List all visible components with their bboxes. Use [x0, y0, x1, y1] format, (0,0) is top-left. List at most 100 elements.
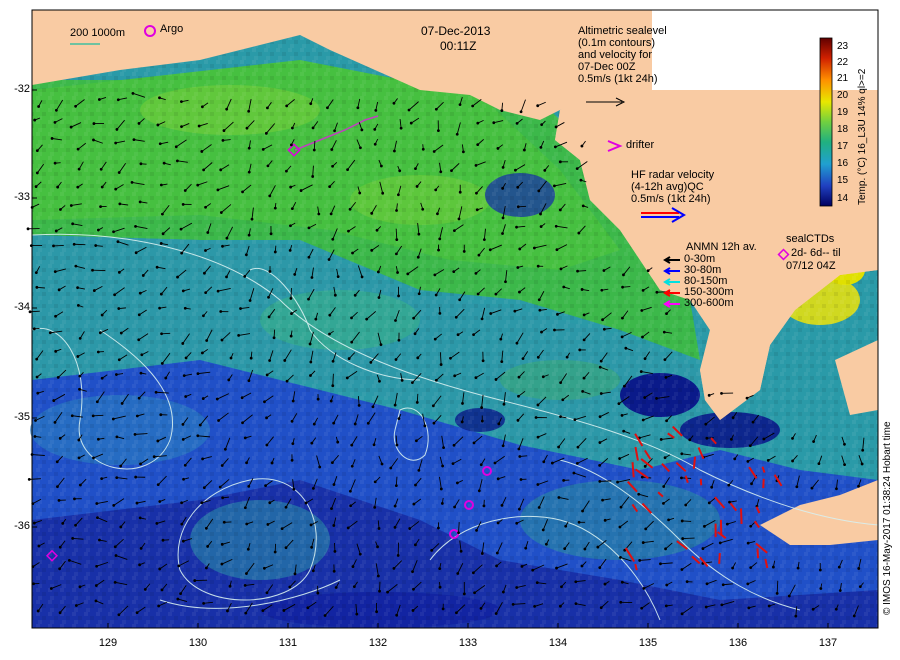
- velocity-arrow-head: [202, 168, 206, 172]
- velocity-arrow-head: [861, 448, 865, 452]
- velocity-arrow-head: [112, 230, 115, 234]
- velocity-arrow-head: [74, 604, 78, 607]
- velocity-arrow-head: [376, 574, 380, 578]
- velocity-arrow-head: [834, 607, 838, 611]
- velocity-arrow-head: [78, 585, 82, 589]
- velocity-arrow-head: [201, 397, 205, 400]
- velocity-arrow-head: [415, 185, 419, 188]
- velocity-arrow-head: [310, 276, 314, 279]
- velocity-arrow-head: [95, 400, 99, 404]
- velocity-arrow-head: [115, 476, 119, 480]
- velocity-arrow-head: [395, 252, 398, 256]
- velocity-arrow-head: [480, 406, 484, 409]
- velocity-arrow-head: [26, 227, 30, 231]
- velocity-arrow-head: [482, 504, 486, 508]
- velocity-arrow-head: [720, 391, 723, 395]
- velocity-arrow-head: [54, 108, 58, 112]
- velocity-arrow-head: [95, 564, 99, 568]
- velocity-arrow-head: [332, 524, 336, 527]
- velocity-arrow-head: [642, 586, 646, 590]
- velocity-arrow-head: [98, 331, 102, 335]
- velocity-arrow-head: [416, 255, 420, 259]
- velocity-arrow-head: [579, 178, 583, 182]
- velocity-arrow-head: [576, 269, 579, 273]
- velocity-arrow-head: [247, 109, 251, 113]
- velocity-arrow-head: [243, 506, 247, 510]
- velocity-arrow-head: [76, 185, 80, 189]
- velocity-arrow-head: [775, 591, 779, 595]
- velocity-arrow-head: [640, 606, 644, 610]
- velocity-arrow-head: [349, 504, 353, 508]
- velocity-arrow-head: [394, 358, 398, 361]
- velocity-arrow-head: [218, 485, 222, 489]
- x-tick-label: 132: [368, 637, 388, 649]
- velocity-arrow-head: [96, 228, 100, 232]
- velocity-arrow-head: [409, 121, 413, 125]
- velocity-arrow-head: [220, 542, 224, 546]
- velocity-arrow-head: [437, 248, 440, 252]
- velocity-arrow-head: [541, 528, 545, 532]
- velocity-arrow-head: [225, 107, 229, 111]
- velocity-arrow-head: [330, 507, 333, 510]
- velocity-arrow-head: [434, 188, 438, 192]
- velocity-arrow-head: [454, 315, 458, 319]
- velocity-arrow-head: [794, 614, 798, 618]
- velocity-arrow-head: [288, 249, 292, 252]
- velocity-arrow-head: [500, 504, 504, 507]
- velocity-arrow-head: [137, 122, 141, 125]
- velocity-arrow-head: [289, 297, 293, 300]
- velocity-arrow-head: [598, 479, 602, 483]
- velocity-arrow-head: [77, 438, 81, 442]
- velocity-arrow-head: [600, 288, 604, 292]
- velocity-arrow-head: [135, 501, 139, 505]
- map-date: 07-Dec-2013: [421, 24, 491, 38]
- velocity-arrow-head: [345, 376, 349, 380]
- velocity-arrow-head: [330, 148, 334, 151]
- velocity-arrow-head: [180, 100, 183, 104]
- velocity-arrow-head: [624, 346, 628, 350]
- velocity-arrow-head: [641, 335, 644, 339]
- velocity-arrow-head: [265, 373, 269, 377]
- velocity-arrow-head: [580, 288, 584, 291]
- velocity-arrow-head: [561, 398, 565, 402]
- velocity-arrow-head: [496, 521, 500, 525]
- velocity-arrow-head: [373, 480, 377, 484]
- velocity-arrow-head: [749, 566, 753, 570]
- velocity-arrow-head: [157, 604, 161, 608]
- velocity-arrow-head: [393, 149, 396, 153]
- velocity-arrow-head: [575, 167, 579, 171]
- velocity-arrow-head: [182, 477, 185, 481]
- velocity-arrow-head: [196, 372, 200, 376]
- velocity-arrow-head: [582, 376, 586, 380]
- velocity-arrow-head: [531, 568, 535, 572]
- velocity-arrow-head: [159, 242, 163, 245]
- map-time: 00:11Z: [440, 39, 477, 53]
- velocity-arrow-head: [265, 416, 268, 420]
- velocity-arrow-head: [500, 360, 504, 364]
- velocity-arrow-head: [268, 501, 272, 505]
- velocity-arrow-head: [291, 399, 295, 403]
- colorbar-tick: 14: [837, 193, 849, 204]
- velocity-arrow-head: [376, 270, 380, 274]
- velocity-arrow-head: [112, 504, 116, 507]
- velocity-arrow-head: [494, 378, 498, 381]
- velocity-arrow-head: [496, 147, 500, 150]
- x-tick-label: 133: [458, 637, 478, 649]
- seal-ctd-line: 2d- 6d-- til: [791, 247, 841, 259]
- velocity-arrow-head: [572, 471, 576, 475]
- velocity-arrow-head: [835, 487, 838, 491]
- velocity-arrow-head: [293, 273, 297, 276]
- velocity-arrow-head: [266, 523, 270, 526]
- velocity-arrow-head: [289, 143, 293, 147]
- velocity-arrow-head: [522, 148, 526, 152]
- velocity-arrow-head: [471, 104, 475, 108]
- velocity-arrow-head: [452, 229, 456, 233]
- velocity-arrow-head: [92, 456, 95, 460]
- velocity-arrow-head: [35, 285, 39, 289]
- velocity-arrow-head: [33, 435, 37, 438]
- velocity-arrow-head: [331, 237, 335, 241]
- velocity-arrow-head: [462, 250, 466, 253]
- hf-radar-arrow: [756, 548, 760, 559]
- velocity-arrow-head: [97, 437, 100, 441]
- velocity-arrow-head: [92, 289, 96, 292]
